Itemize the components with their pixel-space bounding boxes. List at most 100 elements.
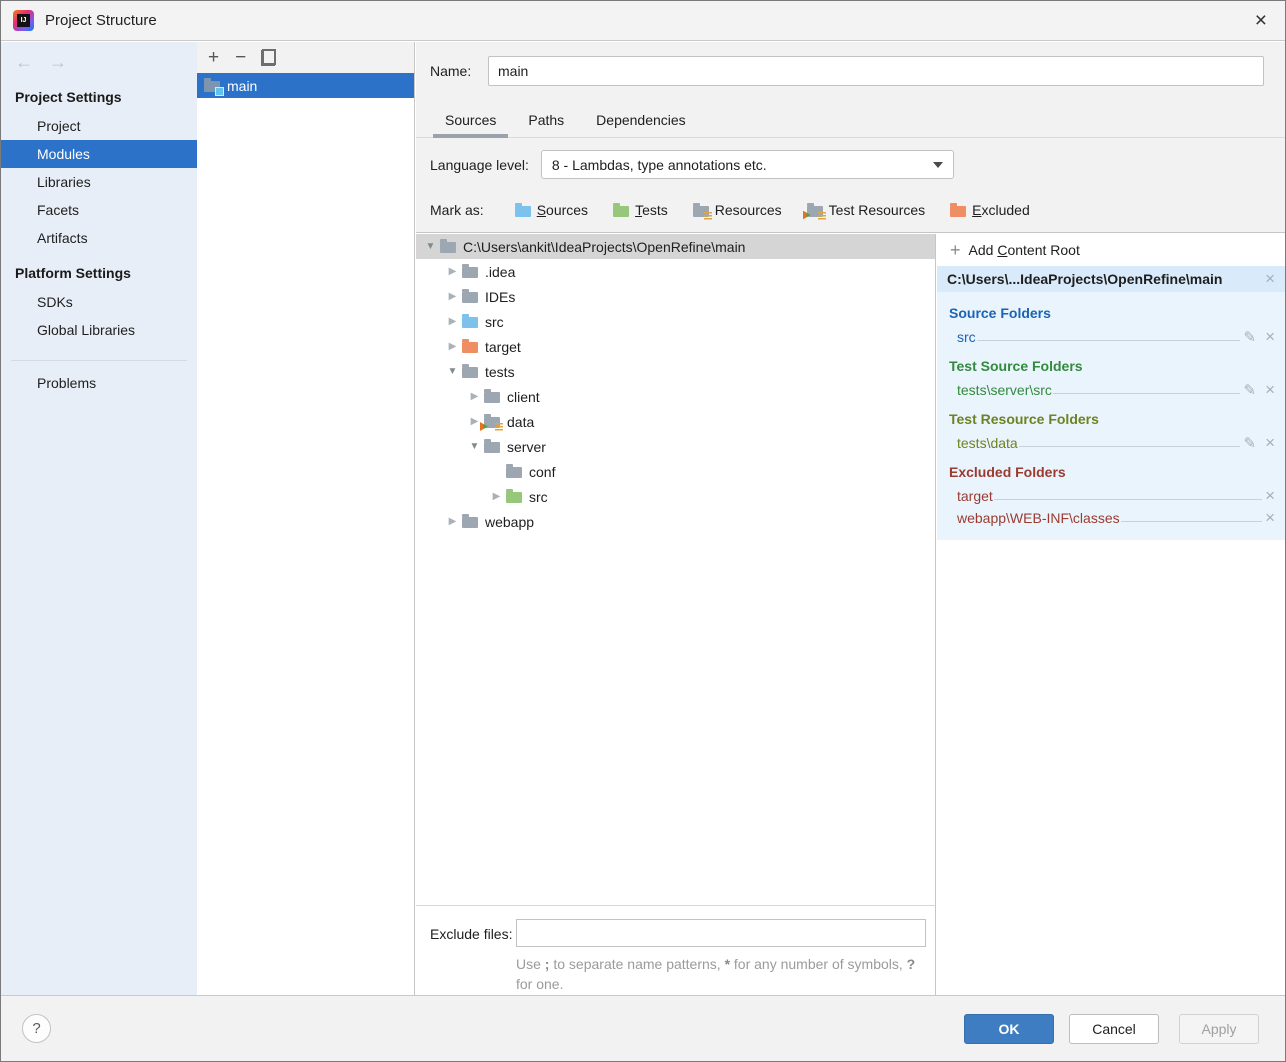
excluded-folder-icon bbox=[950, 206, 966, 217]
module-folder-icon bbox=[204, 81, 220, 92]
sidebar-item-artifacts[interactable]: Artifacts bbox=[1, 224, 197, 252]
group-project-settings: Project Settings bbox=[1, 82, 197, 112]
module-toolbar: + − bbox=[197, 42, 414, 73]
mark-tests-button[interactable]: Tests bbox=[613, 202, 668, 218]
language-level-select[interactable]: 8 - Lambdas, type annotations etc. bbox=[541, 150, 954, 179]
cancel-button[interactable]: Cancel bbox=[1069, 1014, 1159, 1044]
copy-module-icon[interactable] bbox=[262, 50, 275, 65]
tree-item-server-src[interactable]: ▶ src bbox=[416, 484, 935, 509]
mark-excluded-button[interactable]: Excluded bbox=[950, 202, 1030, 218]
chevron-right-icon[interactable]: ▶ bbox=[443, 516, 462, 527]
chevron-right-icon[interactable]: ▶ bbox=[443, 341, 462, 352]
tree-item-ides[interactable]: ▶ IDEs bbox=[416, 284, 935, 309]
history-nav: ← → bbox=[1, 42, 197, 82]
tree-item-target[interactable]: ▶ target bbox=[416, 334, 935, 359]
chevron-right-icon[interactable]: ▶ bbox=[443, 316, 462, 327]
tab-sources[interactable]: Sources bbox=[429, 105, 512, 137]
mark-test-resources-button[interactable]: Test Resources bbox=[807, 202, 925, 218]
test-folder-icon bbox=[613, 206, 629, 217]
exclude-files-input[interactable] bbox=[516, 919, 926, 947]
test-folder-icon bbox=[506, 492, 522, 503]
sidebar-item-global-libraries[interactable]: Global Libraries bbox=[1, 316, 197, 344]
chevron-right-icon[interactable]: ▶ bbox=[465, 391, 484, 402]
module-tabs: Sources Paths Dependencies bbox=[416, 105, 1285, 138]
tree-item-label: src bbox=[529, 489, 548, 505]
section-title: Test Resource Folders bbox=[949, 411, 1275, 427]
mark-sources-button[interactable]: Sources bbox=[515, 202, 588, 218]
language-level-label: Language level: bbox=[430, 157, 529, 173]
chevron-down-icon[interactable]: ▼ bbox=[443, 366, 462, 377]
test-resource-folders-section: Test Resource Folders tests\data ✎ × bbox=[937, 411, 1285, 451]
content-root-path: C:\Users\...IdeaProjects\OpenRefine\main bbox=[947, 271, 1265, 287]
tree-item-content-root[interactable]: ▼ C:\Users\ankit\IdeaProjects\OpenRefine… bbox=[416, 234, 935, 259]
exclude-files-panel: Exclude files: Use ; to separate name pa… bbox=[416, 905, 936, 995]
folder-path: tests\data bbox=[957, 435, 1018, 451]
chevron-right-icon[interactable]: ▶ bbox=[443, 291, 462, 302]
tree-item-webapp[interactable]: ▶ webapp bbox=[416, 509, 935, 534]
remove-content-root-icon[interactable]: × bbox=[1265, 271, 1275, 287]
tree-item-label: server bbox=[507, 439, 546, 455]
ok-button[interactable]: OK bbox=[964, 1014, 1054, 1044]
window-close-icon[interactable]: × bbox=[1255, 7, 1267, 35]
module-list-panel: + − main bbox=[197, 42, 415, 995]
help-button[interactable]: ? bbox=[22, 1014, 51, 1043]
module-name: main bbox=[227, 78, 257, 94]
mark-resources-button[interactable]: Resources bbox=[693, 202, 782, 218]
edit-pencil-icon[interactable]: ✎ bbox=[1243, 330, 1256, 345]
folder-entry: tests\data ✎ × bbox=[937, 429, 1285, 451]
tree-item-tests[interactable]: ▼ tests bbox=[416, 359, 935, 384]
tree-item-label: conf bbox=[529, 464, 555, 480]
exclude-files-label: Exclude files: bbox=[430, 926, 512, 942]
group-platform-settings: Platform Settings bbox=[1, 258, 197, 288]
tree-item-label: client bbox=[507, 389, 540, 405]
chevron-down-icon[interactable]: ▼ bbox=[421, 241, 440, 252]
window-title: Project Structure bbox=[45, 12, 157, 29]
tree-item-server[interactable]: ▼ server bbox=[416, 434, 935, 459]
content-root-header: C:\Users\...IdeaProjects\OpenRefine\main… bbox=[937, 266, 1285, 292]
module-name-input[interactable] bbox=[488, 56, 1264, 86]
source-folders-section: Source Folders src ✎ × bbox=[937, 305, 1285, 345]
tree-item-client[interactable]: ▶ client bbox=[416, 384, 935, 409]
tab-dependencies[interactable]: Dependencies bbox=[580, 105, 702, 137]
remove-module-icon[interactable]: − bbox=[235, 48, 246, 68]
folder-path: src bbox=[957, 329, 976, 345]
leader-line bbox=[977, 340, 1241, 341]
sidebar-item-libraries[interactable]: Libraries bbox=[1, 168, 197, 196]
title-bar: IJ Project Structure × bbox=[1, 1, 1285, 41]
tree-item-data[interactable]: ▶ data bbox=[416, 409, 935, 434]
folder-entry: webapp\WEB-INF\classes × bbox=[937, 504, 1285, 526]
sidebar-item-modules[interactable]: Modules bbox=[1, 140, 197, 168]
content-root-block: C:\Users\...IdeaProjects\OpenRefine\main… bbox=[937, 266, 1285, 540]
remove-folder-icon[interactable]: × bbox=[1265, 329, 1275, 345]
remove-folder-icon[interactable]: × bbox=[1265, 488, 1275, 504]
tree-item-src[interactable]: ▶ src bbox=[416, 309, 935, 334]
chevron-right-icon[interactable]: ▶ bbox=[443, 266, 462, 277]
sidebar-item-facets[interactable]: Facets bbox=[1, 196, 197, 224]
chevron-right-icon[interactable]: ▶ bbox=[487, 491, 506, 502]
mark-as-row: Mark as: Sources Tests Resources Test Re… bbox=[430, 202, 1030, 218]
edit-pencil-icon[interactable]: ✎ bbox=[1243, 436, 1256, 451]
sidebar-item-problems[interactable]: Problems bbox=[1, 369, 197, 397]
section-title: Test Source Folders bbox=[949, 358, 1275, 374]
add-module-icon[interactable]: + bbox=[208, 48, 219, 68]
forward-arrow-icon[interactable]: → bbox=[49, 52, 67, 73]
sidebar-item-sdks[interactable]: SDKs bbox=[1, 288, 197, 316]
tree-item-label: data bbox=[507, 414, 534, 430]
remove-folder-icon[interactable]: × bbox=[1265, 435, 1275, 451]
edit-pencil-icon[interactable]: ✎ bbox=[1243, 383, 1256, 398]
remove-folder-icon[interactable]: × bbox=[1265, 510, 1275, 526]
tree-item-idea[interactable]: ▶ .idea bbox=[416, 259, 935, 284]
tree-item-label: C:\Users\ankit\IdeaProjects\OpenRefine\m… bbox=[463, 239, 745, 255]
tree-item-conf[interactable]: conf bbox=[416, 459, 935, 484]
leader-line bbox=[1019, 446, 1241, 447]
remove-folder-icon[interactable]: × bbox=[1265, 382, 1275, 398]
tab-paths[interactable]: Paths bbox=[512, 105, 580, 137]
sidebar-item-project[interactable]: Project bbox=[1, 112, 197, 140]
module-list-item-main[interactable]: main bbox=[197, 73, 414, 98]
plus-icon: + bbox=[950, 241, 961, 259]
exclude-files-hint: Use ; to separate name patterns, * for a… bbox=[516, 954, 928, 994]
chevron-down-icon[interactable]: ▼ bbox=[465, 441, 484, 452]
folder-path: target bbox=[957, 488, 993, 504]
back-arrow-icon[interactable]: ← bbox=[15, 52, 33, 73]
add-content-root-button[interactable]: + Add Content Root bbox=[937, 234, 1285, 266]
